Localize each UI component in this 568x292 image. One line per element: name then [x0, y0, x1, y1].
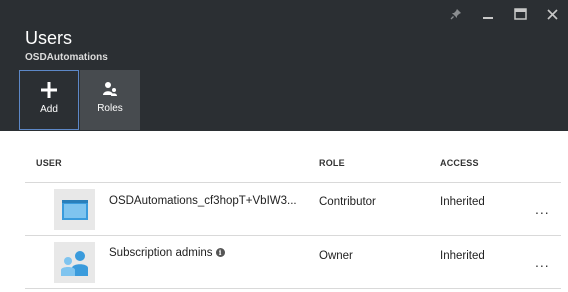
blade-title: Users — [25, 28, 73, 48]
column-header-role[interactable]: ROLE — [319, 158, 345, 168]
more-options-icon[interactable]: ... — [535, 255, 550, 269]
info-icon[interactable]: i — [215, 248, 225, 257]
user-role: Owner — [319, 250, 353, 262]
maximize-icon[interactable] — [512, 6, 528, 22]
user-name: OSDAutomations_cf3hopT+VbIW3... — [109, 195, 297, 207]
table-row[interactable]: Subscription admins i Owner Inherited ... — [25, 236, 561, 289]
plus-icon — [41, 81, 57, 99]
user-access: Inherited — [440, 196, 485, 208]
user-access: Inherited — [440, 250, 485, 262]
table-row[interactable]: OSDAutomations_cf3hopT+VbIW3... Contribu… — [25, 183, 561, 236]
add-button[interactable]: Add — [19, 70, 79, 130]
user-name: Subscription admins i — [109, 247, 314, 259]
close-icon[interactable] — [544, 6, 560, 22]
roles-button-label: Roles — [97, 103, 123, 114]
user-name-text: Subscription admins — [109, 247, 213, 259]
window-controls — [448, 6, 560, 22]
pin-icon[interactable] — [448, 6, 464, 22]
table-header: USER ROLE ACCESS — [25, 131, 561, 183]
roles-icon — [102, 80, 118, 98]
group-icon — [54, 242, 95, 283]
application-icon — [54, 189, 95, 230]
column-header-access[interactable]: ACCESS — [440, 158, 479, 168]
column-header-user[interactable]: USER — [36, 158, 62, 168]
minimize-icon[interactable] — [480, 6, 496, 22]
more-options-icon[interactable]: ... — [535, 202, 550, 216]
blade-subtitle: OSDAutomations — [25, 52, 108, 63]
add-button-label: Add — [40, 104, 58, 115]
blade-header: Users OSDAutomations Add Roles — [0, 0, 568, 131]
roles-button[interactable]: Roles — [80, 70, 140, 130]
user-role: Contributor — [319, 196, 376, 208]
